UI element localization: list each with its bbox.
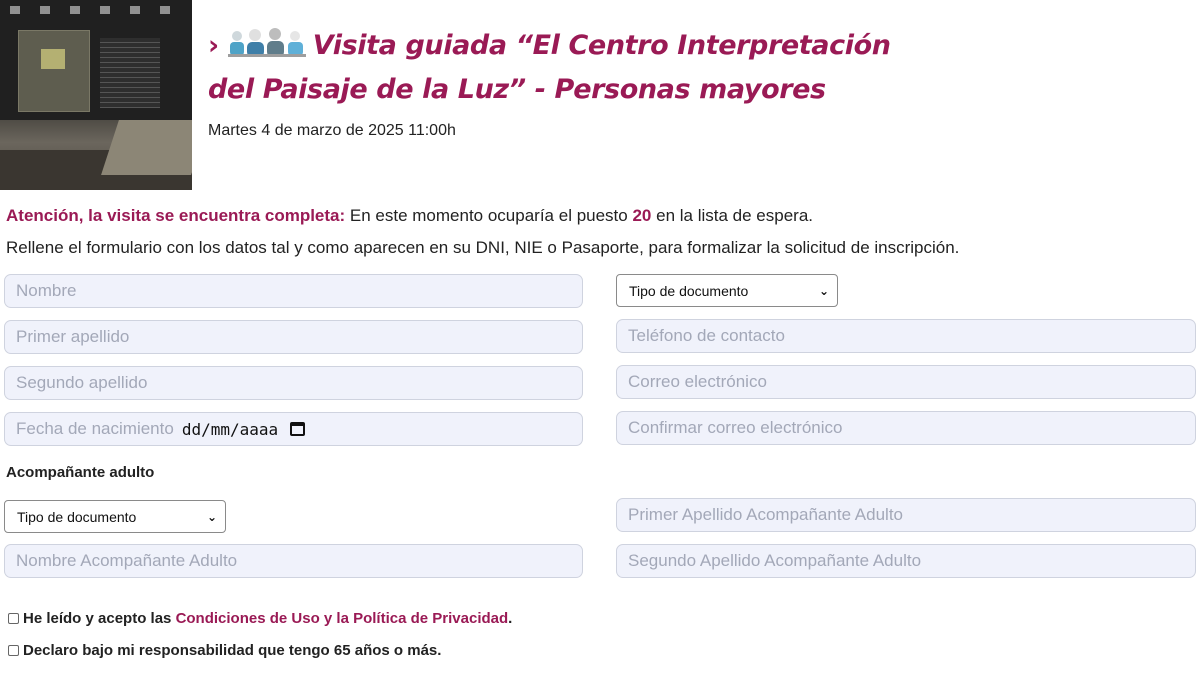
companion-nombre-input[interactable]: Nombre Acompañante Adulto (4, 544, 583, 578)
terms-link[interactable]: Condiciones de Uso y la Política de Priv… (176, 610, 509, 627)
event-title-line1: Visita guiada “El Centro Interpretación (312, 30, 891, 61)
nombre-input[interactable]: Nombre (4, 274, 583, 308)
event-title-line2: del Paisaje de la Luz” - Personas mayore… (208, 74, 826, 105)
event-title-block: › Visita guiada “El Centro Interpretació… (208, 24, 908, 112)
waitlist-text-after: en la lista de espera. (651, 206, 813, 225)
terms-checkbox[interactable] (8, 613, 19, 624)
confirmar-correo-input[interactable]: Confirmar correo electrónico (616, 411, 1196, 445)
age-declaration-label: Declaro bajo mi responsabilidad que teng… (23, 642, 442, 659)
companion-segundo-apellido-input[interactable]: Segundo Apellido Acompañante Adulto (616, 544, 1196, 578)
seniors-group-icon (227, 28, 306, 57)
document-type-select[interactable]: Tipo de documento ⌄ (616, 274, 838, 307)
fecha-nacimiento-input[interactable]: Fecha de nacimiento dd/mm/aaaa (4, 412, 583, 446)
chevron-right-icon: › (208, 30, 219, 61)
fecha-nacimiento-label: Fecha de nacimiento (16, 419, 174, 438)
telefono-input[interactable]: Teléfono de contacto (616, 319, 1196, 353)
document-type-value: Tipo de documento (629, 282, 749, 299)
event-date: Martes 4 de marzo de 2025 11:00h (208, 122, 456, 139)
segundo-apellido-input[interactable]: Segundo apellido (4, 366, 583, 400)
event-photo (0, 0, 192, 190)
age-declaration-checkbox[interactable] (8, 645, 19, 656)
correo-input[interactable]: Correo electrónico (616, 365, 1196, 399)
companion-document-type-value: Tipo de documento (17, 508, 137, 525)
waitlist-notice-lead: Atención, la visita se encuentra complet… (6, 206, 346, 225)
waitlist-text-before: En este momento ocuparía el puesto (345, 206, 633, 225)
primer-apellido-input[interactable]: Primer apellido (4, 320, 583, 354)
telefono-placeholder: Teléfono de contacto (628, 326, 785, 345)
waitlist-notice: Atención, la visita se encuentra complet… (6, 206, 813, 226)
confirmar-correo-placeholder: Confirmar correo electrónico (628, 418, 843, 437)
fecha-nacimiento-value: dd/mm/aaaa (181, 419, 279, 439)
nombre-placeholder: Nombre (16, 281, 77, 300)
terms-suffix: . (508, 610, 513, 627)
segundo-apellido-placeholder: Segundo apellido (16, 373, 148, 392)
companion-section-label: Acompañante adulto (6, 464, 155, 481)
waitlist-position: 20 (632, 206, 652, 225)
chevron-down-icon: ⌄ (206, 509, 217, 524)
event-title: › Visita guiada “El Centro Interpretació… (208, 24, 908, 112)
correo-placeholder: Correo electrónico (628, 372, 767, 391)
companion-nombre-placeholder: Nombre Acompañante Adulto (16, 551, 238, 570)
calendar-icon[interactable] (290, 422, 306, 436)
age-declaration-row: Declaro bajo mi responsabilidad que teng… (8, 642, 441, 659)
terms-consent-row: He leído y acepto las Condiciones de Uso… (8, 610, 512, 627)
companion-document-type-select[interactable]: Tipo de documento ⌄ (4, 500, 226, 533)
companion-segundo-apellido-placeholder: Segundo Apellido Acompañante Adulto (628, 551, 922, 570)
primer-apellido-placeholder: Primer apellido (16, 327, 130, 346)
terms-prefix: He leído y acepto las (23, 610, 172, 627)
companion-primer-apellido-placeholder: Primer Apellido Acompañante Adulto (628, 505, 904, 524)
form-instructions: Rellene el formulario con los datos tal … (6, 238, 960, 257)
chevron-down-icon: ⌄ (818, 283, 829, 298)
companion-primer-apellido-input[interactable]: Primer Apellido Acompañante Adulto (616, 498, 1196, 532)
